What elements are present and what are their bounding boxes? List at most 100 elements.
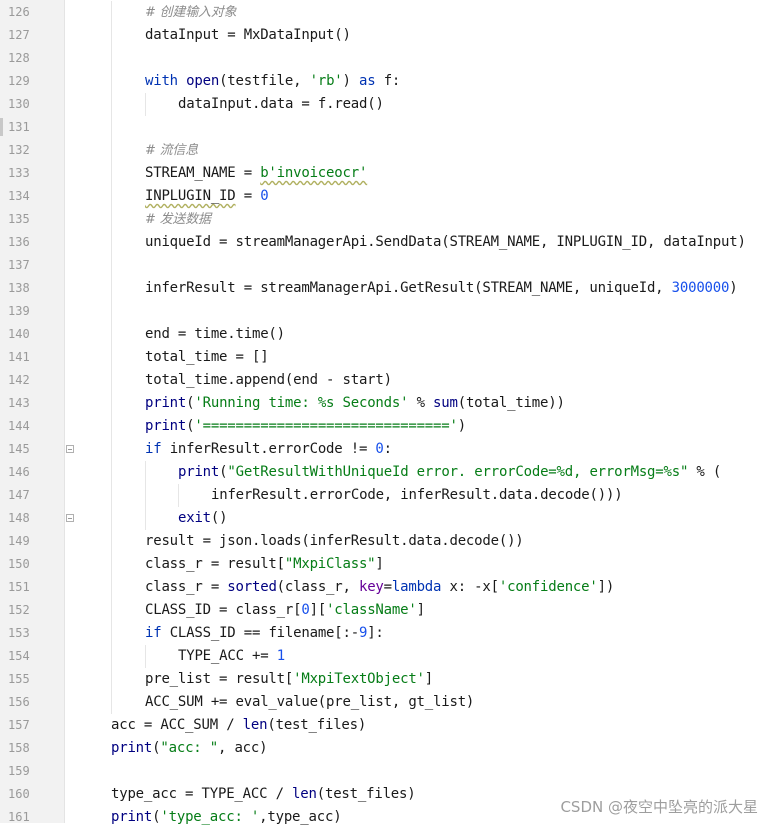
code-line[interactable]: 145 if inferResult.errorCode != 0:: [0, 438, 774, 461]
code-text[interactable]: inferResult = streamManagerApi.GetResult…: [145, 277, 738, 300]
code-line[interactable]: 156 ACC_SUM += eval_value(pre_list, gt_li…: [0, 691, 774, 714]
code-line[interactable]: 151 class_r = sorted(class_r, key=lambda …: [0, 576, 774, 599]
line-number[interactable]: 150: [8, 553, 48, 576]
code-text[interactable]: print('type_acc: ',type_acc): [111, 806, 342, 829]
code-line[interactable]: 137: [0, 254, 774, 277]
line-number[interactable]: 161: [8, 806, 48, 829]
code-text[interactable]: if inferResult.errorCode != 0:: [145, 438, 392, 461]
code-line[interactable]: 149 result = json.loads(inferResult.data.…: [0, 530, 774, 553]
line-number[interactable]: 137: [8, 254, 48, 277]
code-text[interactable]: acc = ACC_SUM / len(test_files): [111, 714, 366, 737]
code-text[interactable]: total_time.append(end - start): [145, 369, 392, 392]
code-line[interactable]: 148 exit(): [0, 507, 774, 530]
code-line[interactable]: 141 total_time = []: [0, 346, 774, 369]
line-number[interactable]: 154: [8, 645, 48, 668]
code-text[interactable]: TYPE_ACC += 1: [178, 645, 285, 668]
code-text[interactable]: STREAM_NAME = b'invoiceocr': [145, 162, 367, 185]
line-number[interactable]: 158: [8, 737, 48, 760]
line-number[interactable]: 156: [8, 691, 48, 714]
line-number[interactable]: 142: [8, 369, 48, 392]
line-number[interactable]: 126: [8, 1, 48, 24]
code-line[interactable]: 130 dataInput.data = f.read(): [0, 93, 774, 116]
code-text[interactable]: # 发送数据: [145, 208, 211, 231]
line-number[interactable]: 148: [8, 507, 48, 530]
line-number[interactable]: 149: [8, 530, 48, 553]
line-number[interactable]: 135: [8, 208, 48, 231]
code-line[interactable]: 136 uniqueId = streamManagerApi.SendData(…: [0, 231, 774, 254]
code-line[interactable]: 159: [0, 760, 774, 783]
line-number[interactable]: 147: [8, 484, 48, 507]
line-number[interactable]: 143: [8, 392, 48, 415]
line-number[interactable]: 140: [8, 323, 48, 346]
code-line[interactable]: 147 inferResult.errorCode, inferResult.da…: [0, 484, 774, 507]
fold-end-icon[interactable]: [66, 514, 74, 522]
line-number[interactable]: 130: [8, 93, 48, 116]
code-text[interactable]: class_r = sorted(class_r, key=lambda x: …: [145, 576, 614, 599]
code-editor[interactable]: 126 # 创建输入对象 127 dataInput = MxDataInput() 1…: [0, 0, 774, 825]
code-text[interactable]: end = time.time(): [145, 323, 285, 346]
line-number[interactable]: 134: [8, 185, 48, 208]
line-number[interactable]: 139: [8, 300, 48, 323]
code-text[interactable]: class_r = result["MxpiClass"]: [145, 553, 384, 576]
code-line[interactable]: 134 INPLUGIN_ID = 0: [0, 185, 774, 208]
line-number[interactable]: 155: [8, 668, 48, 691]
line-number[interactable]: 132: [8, 139, 48, 162]
line-number[interactable]: 129: [8, 70, 48, 93]
line-number[interactable]: 141: [8, 346, 48, 369]
code-text[interactable]: inferResult.errorCode, inferResult.data.…: [211, 484, 623, 507]
code-text[interactable]: result = json.loads(inferResult.data.dec…: [145, 530, 524, 553]
code-text[interactable]: with open(testfile, 'rb') as f:: [145, 70, 400, 93]
line-number[interactable]: 152: [8, 599, 48, 622]
line-number[interactable]: 151: [8, 576, 48, 599]
code-line[interactable]: 135 # 发送数据: [0, 208, 774, 231]
line-number[interactable]: 145: [8, 438, 48, 461]
code-line[interactable]: 144 print('==============================…: [0, 415, 774, 438]
code-text[interactable]: dataInput = MxDataInput(): [145, 24, 351, 47]
line-number[interactable]: 157: [8, 714, 48, 737]
code-line[interactable]: 129 with open(testfile, 'rb') as f:: [0, 70, 774, 93]
code-line[interactable]: 133 STREAM_NAME = b'invoiceocr': [0, 162, 774, 185]
code-text[interactable]: total_time = []: [145, 346, 269, 369]
code-line[interactable]: 155 pre_list = result['MxpiTextObject']: [0, 668, 774, 691]
code-line[interactable]: 128: [0, 47, 774, 70]
code-text[interactable]: type_acc = TYPE_ACC / len(test_files): [111, 783, 416, 806]
code-text[interactable]: if CLASS_ID == filename[:-9]:: [145, 622, 384, 645]
line-number[interactable]: 159: [8, 760, 48, 783]
code-line[interactable]: 154 TYPE_ACC += 1: [0, 645, 774, 668]
code-line[interactable]: 132 # 流信息: [0, 139, 774, 162]
code-line[interactable]: 127 dataInput = MxDataInput(): [0, 24, 774, 47]
code-text[interactable]: print('=============================='): [145, 415, 466, 438]
code-text[interactable]: print("acc: ", acc): [111, 737, 268, 760]
line-number[interactable]: 160: [8, 783, 48, 806]
code-text[interactable]: exit(): [178, 507, 228, 530]
code-line[interactable]: 140 end = time.time(): [0, 323, 774, 346]
line-number[interactable]: 128: [8, 47, 48, 70]
code-line[interactable]: 153 if CLASS_ID == filename[:-9]:: [0, 622, 774, 645]
code-line[interactable]: 157 acc = ACC_SUM / len(test_files): [0, 714, 774, 737]
code-line[interactable]: 126 # 创建输入对象: [0, 1, 774, 24]
code-text[interactable]: ACC_SUM += eval_value(pre_list, gt_list): [145, 691, 474, 714]
code-line[interactable]: 139: [0, 300, 774, 323]
line-number[interactable]: 144: [8, 415, 48, 438]
code-text[interactable]: pre_list = result['MxpiTextObject']: [145, 668, 433, 691]
code-text[interactable]: print("GetResultWithUniqueId error. erro…: [178, 461, 721, 484]
line-number[interactable]: 133: [8, 162, 48, 185]
code-line[interactable]: 143 print('Running time: %s Seconds' % su…: [0, 392, 774, 415]
line-number[interactable]: 138: [8, 277, 48, 300]
code-text[interactable]: # 流信息: [145, 139, 198, 162]
code-text[interactable]: INPLUGIN_ID = 0: [145, 185, 269, 208]
code-line[interactable]: 150 class_r = result["MxpiClass"]: [0, 553, 774, 576]
line-number[interactable]: 136: [8, 231, 48, 254]
line-number[interactable]: 153: [8, 622, 48, 645]
code-text[interactable]: # 创建输入对象: [145, 1, 237, 24]
line-number[interactable]: 131: [8, 116, 48, 139]
fold-open-icon[interactable]: [66, 445, 74, 453]
code-line[interactable]: 152 CLASS_ID = class_r[0]['className']: [0, 599, 774, 622]
code-line[interactable]: 131: [0, 116, 774, 139]
code-line[interactable]: 138 inferResult = streamManagerApi.GetRes…: [0, 277, 774, 300]
code-line[interactable]: 142 total_time.append(end - start): [0, 369, 774, 392]
line-number[interactable]: 127: [8, 24, 48, 47]
code-text[interactable]: uniqueId = streamManagerApi.SendData(STR…: [145, 231, 746, 254]
code-text[interactable]: CLASS_ID = class_r[0]['className']: [145, 599, 425, 622]
code-line[interactable]: 158 print("acc: ", acc): [0, 737, 774, 760]
